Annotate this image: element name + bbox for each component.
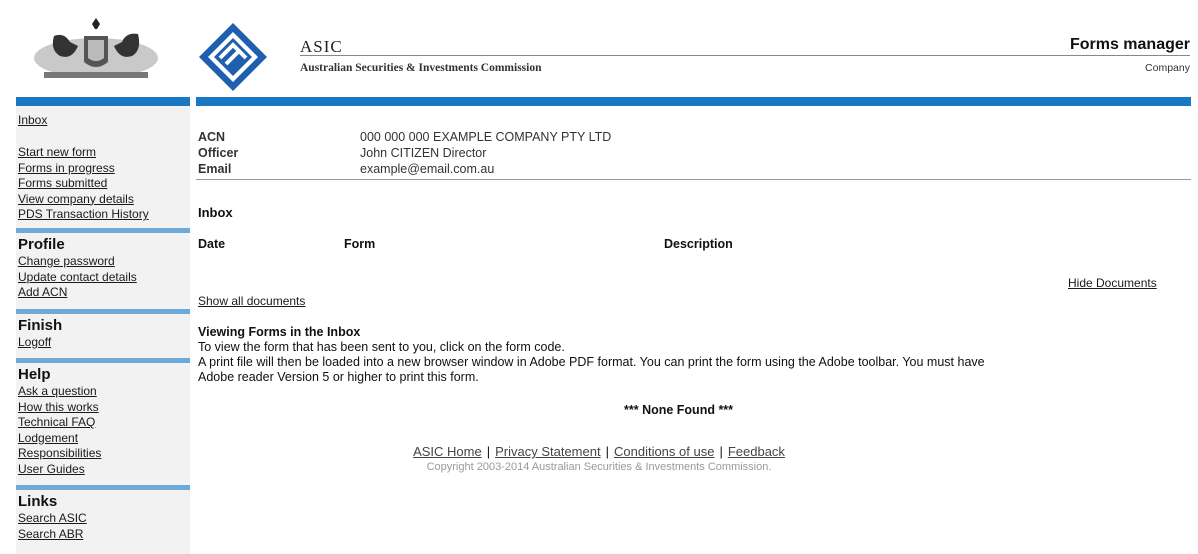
org-full-name: Australian Securities & Investments Comm… bbox=[300, 62, 542, 74]
sidebar-heading-links: Links bbox=[18, 493, 58, 510]
sidebar-separator bbox=[16, 485, 190, 490]
sidebar-top-bar bbox=[16, 97, 190, 106]
page-title: Inbox bbox=[198, 205, 233, 220]
asic-diamond-logo bbox=[199, 23, 267, 91]
column-header-form: Form bbox=[344, 237, 376, 251]
viewing-forms-text-1: To view the form that has been sent to y… bbox=[198, 340, 565, 354]
sidebar-links-group: Links Search ASIC Search ABR bbox=[18, 493, 87, 542]
sidebar-heading-help: Help bbox=[18, 366, 51, 383]
sidebar-heading-profile: Profile bbox=[18, 236, 65, 253]
sidebar-heading-finish: Finish bbox=[18, 317, 63, 334]
sidebar-inbox-group: Inbox bbox=[18, 113, 47, 129]
sidebar-item-add-acn[interactable]: Add ACN bbox=[18, 285, 137, 301]
company-info-divider bbox=[196, 179, 1191, 180]
sidebar-profile-group: Profile Change password Update contact d… bbox=[18, 236, 137, 301]
copyright-text: Copyright 2003-2014 Australian Securitie… bbox=[426, 461, 772, 473]
column-header-date: Date bbox=[198, 237, 226, 251]
sidebar-item-technical-faq[interactable]: Technical FAQ bbox=[18, 415, 101, 431]
column-header-description: Description bbox=[664, 237, 733, 251]
sidebar-item-ask-a-question[interactable]: Ask a question bbox=[18, 384, 101, 400]
sidebar-item-view-company-details[interactable]: View company details bbox=[18, 192, 149, 208]
commonwealth-coat-of-arms-logo bbox=[34, 18, 158, 78]
show-all-documents-link[interactable]: Show all documents bbox=[198, 294, 305, 308]
app-subtitle: Company bbox=[1145, 62, 1190, 74]
acn-value: 000 000 000 EXAMPLE COMPANY PTY LTD bbox=[360, 130, 612, 144]
sidebar-item-forms-in-progress[interactable]: Forms in progress bbox=[18, 161, 149, 177]
footer-separator: | bbox=[605, 444, 609, 459]
viewing-forms-text-3: Adobe reader Version 5 or higher to prin… bbox=[198, 370, 479, 384]
app-title: Forms manager bbox=[1069, 36, 1190, 53]
acn-label: ACN bbox=[198, 130, 226, 144]
footer-link-conditions-of-use[interactable]: Conditions of use bbox=[614, 444, 714, 459]
sidebar-item-search-asic[interactable]: Search ASIC bbox=[18, 511, 87, 527]
sidebar-item-pds-transaction-history[interactable]: PDS Transaction History bbox=[18, 207, 149, 223]
sidebar-item-start-new-form[interactable]: Start new form bbox=[18, 145, 149, 161]
sidebar-separator bbox=[16, 358, 190, 363]
hide-documents-link[interactable]: Hide Documents bbox=[1068, 276, 1157, 290]
footer-link-asic-home[interactable]: ASIC Home bbox=[413, 444, 482, 459]
footer-link-privacy-statement[interactable]: Privacy Statement bbox=[495, 444, 601, 459]
sidebar-item-logoff[interactable]: Logoff bbox=[18, 335, 62, 351]
none-found-message: *** None Found *** bbox=[624, 403, 734, 417]
viewing-forms-text-2: A print file will then be loaded into a … bbox=[198, 355, 985, 369]
officer-value: John CITIZEN Director bbox=[360, 146, 487, 160]
email-value: example@email.com.au bbox=[360, 162, 495, 176]
officer-label: Officer bbox=[198, 146, 239, 160]
sidebar-forms-group: Start new form Forms in progress Forms s… bbox=[18, 145, 149, 223]
header-divider bbox=[300, 55, 1190, 56]
sidebar-item-forms-submitted[interactable]: Forms submitted bbox=[18, 176, 149, 192]
sidebar-item-update-contact-details[interactable]: Update contact details bbox=[18, 270, 137, 286]
footer-links: ASIC Home | Privacy Statement | Conditions o… bbox=[0, 444, 1198, 459]
viewing-forms-heading: Viewing Forms in the Inbox bbox=[198, 325, 361, 339]
sidebar-item-search-abr[interactable]: Search ABR bbox=[18, 527, 87, 543]
sidebar: Inbox Start new form Forms in progress F… bbox=[16, 106, 190, 554]
sidebar-separator bbox=[16, 228, 190, 233]
sidebar-finish-group: Finish Logoff bbox=[18, 317, 62, 351]
main-top-bar bbox=[196, 97, 1191, 106]
email-label: Email bbox=[198, 162, 232, 176]
sidebar-item-change-password[interactable]: Change password bbox=[18, 254, 137, 270]
sidebar-item-inbox[interactable]: Inbox bbox=[18, 113, 47, 129]
sidebar-item-how-this-works[interactable]: How this works bbox=[18, 400, 101, 416]
footer-link-feedback[interactable]: Feedback bbox=[728, 444, 785, 459]
footer-separator: | bbox=[719, 444, 723, 459]
footer-separator: | bbox=[486, 444, 491, 459]
sidebar-separator bbox=[16, 309, 190, 314]
org-name: ASIC bbox=[300, 37, 343, 56]
